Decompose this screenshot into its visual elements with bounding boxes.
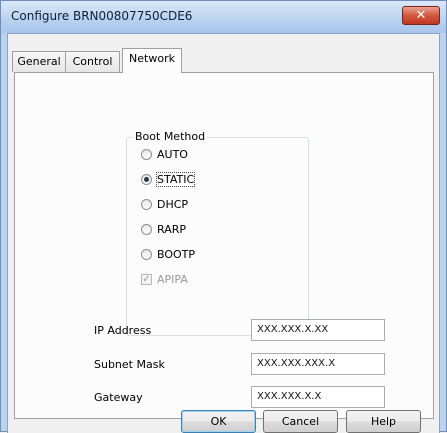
gateway-value: XXX.XXX.X.X [257,391,322,402]
radio-button-icon [141,224,152,235]
apipa-label: APIPA [157,273,188,286]
radio-rarp-label: RARP [157,223,186,236]
network-tab-panel: Boot Method AUTO STATIC DHCP RARP BOOTP … [14,72,434,419]
subnet-mask-value: XXX.XXX.XXX.X [257,358,336,369]
ip-address-label: IP Address [94,324,152,337]
help-button-label: Help [370,415,397,428]
tab-network[interactable]: Network [122,48,182,73]
ok-button[interactable]: OK [181,410,256,433]
radio-auto-label: AUTO [157,148,188,161]
tab-general[interactable]: General [12,51,66,72]
tab-network-label: Network [129,52,175,65]
cancel-button[interactable]: Cancel [263,410,338,433]
ip-address-field[interactable]: XXX.XXX.X.XX [251,319,385,341]
title-bar[interactable]: Configure BRN00807750CDE6 ✕ [1,1,446,33]
ok-button-label: OK [210,415,227,428]
gateway-field[interactable]: XXX.XXX.X.X [251,386,385,408]
configure-dialog: Configure BRN00807750CDE6 ✕ General Cont… [0,0,447,433]
radio-dhcp-label: DHCP [157,198,189,211]
subnet-mask-label: Subnet Mask [94,358,165,371]
gateway-label: Gateway [94,391,143,404]
boot-method-label: Boot Method [133,130,208,143]
cancel-button-label: Cancel [281,415,320,428]
radio-button-icon [141,249,152,260]
radio-bootp-label: BOOTP [157,248,196,261]
tab-control-label: Control [72,55,113,68]
checkbox-checked-icon: ✓ [141,274,152,285]
radio-button-selected-icon [141,174,152,185]
boot-method-group: Boot Method AUTO STATIC DHCP RARP BOOTP … [126,130,309,336]
tab-control[interactable]: Control [65,51,120,72]
dialog-body: General Control Network Boot Method AUTO… [7,33,440,433]
close-icon: ✕ [415,8,427,23]
subnet-mask-field[interactable]: XXX.XXX.XXX.X [251,353,385,375]
ip-address-value: XXX.XXX.X.XX [257,324,329,335]
help-button[interactable]: Help [346,410,421,433]
window-title: Configure BRN00807750CDE6 [11,9,193,23]
radio-button-icon [141,149,152,160]
radio-button-icon [141,199,152,210]
radio-static-label: STATIC [155,172,196,187]
tab-general-label: General [17,55,61,68]
close-button[interactable]: ✕ [402,6,440,25]
